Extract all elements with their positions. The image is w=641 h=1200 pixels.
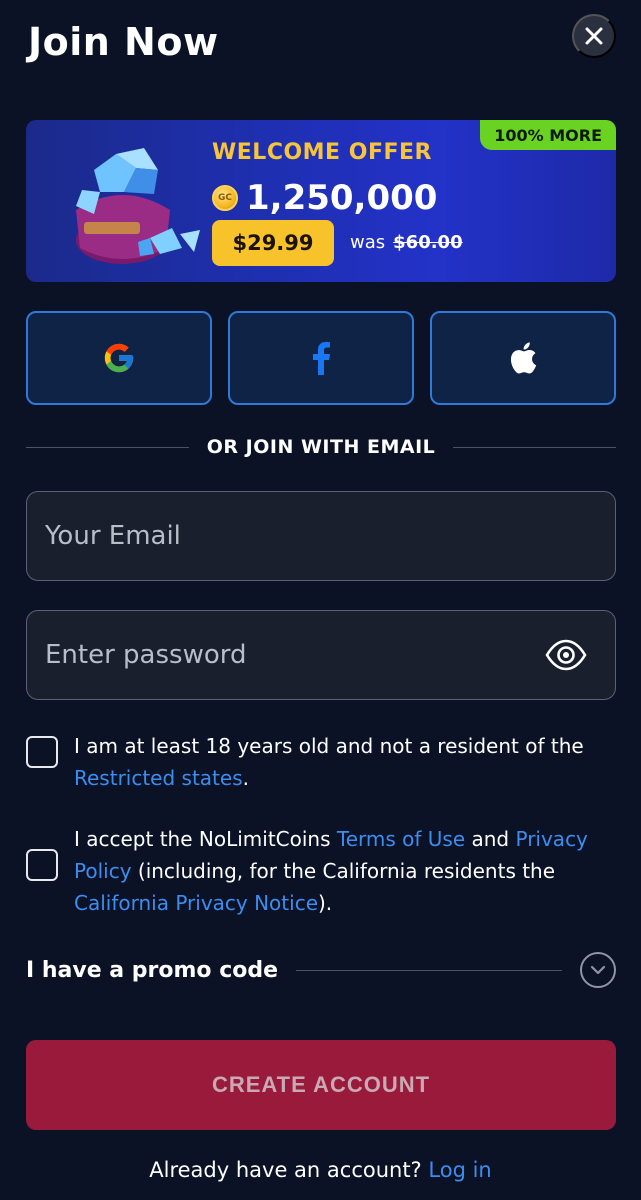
close-icon <box>585 27 603 45</box>
login-prompt: Already have an account? Log in <box>0 1158 641 1182</box>
terms-of-use-link[interactable]: Terms of Use <box>337 827 465 851</box>
gold-coin-icon: GC <box>212 185 238 211</box>
offer-title: WELCOME OFFER <box>212 140 432 165</box>
apple-login-button[interactable] <box>430 311 616 405</box>
promo-expand-button[interactable] <box>580 952 616 988</box>
show-password-icon[interactable] <box>545 638 587 672</box>
password-input[interactable] <box>45 640 597 670</box>
divider-text: OR JOIN WITH EMAIL <box>206 436 436 458</box>
age-confirmation-text: I am at least 18 years old and not a res… <box>74 730 614 794</box>
offer-badge: 100% MORE <box>480 120 616 150</box>
terms-text-3: (including, for the California residents… <box>131 859 556 883</box>
gem-chest-icon <box>76 148 200 264</box>
facebook-icon <box>313 342 330 375</box>
age-checkbox[interactable] <box>26 736 58 768</box>
age-confirmation-row: I am at least 18 years old and not a res… <box>26 730 614 794</box>
coin-label: GC <box>218 193 232 203</box>
promo-code-label: I have a promo code <box>26 957 279 983</box>
price-button[interactable]: $29.99 <box>212 220 334 266</box>
was-label: was <box>350 232 386 253</box>
terms-text-1: I accept the NoLimitCoins <box>74 827 337 851</box>
login-prompt-text: Already have an account? <box>149 1158 422 1182</box>
create-account-button[interactable]: CREATE ACCOUNT <box>26 1040 616 1130</box>
promo-divider-line <box>296 969 562 971</box>
divider-line-right <box>453 446 617 448</box>
apple-icon <box>510 342 537 374</box>
promo-code-toggle[interactable]: I have a promo code <box>26 952 616 988</box>
terms-acceptance-row: I accept the NoLimitCoins Terms of Use a… <box>26 823 614 919</box>
welcome-offer-banner: 100% MORE WELCOME OFFER GC 1,250,000 $29… <box>26 120 616 282</box>
terms-checkbox[interactable] <box>26 849 58 881</box>
terms-text-2: and <box>465 827 516 851</box>
email-divider: OR JOIN WITH EMAIL <box>26 436 617 458</box>
offer-amount-row: GC 1,250,000 <box>212 178 437 218</box>
offer-amount: 1,250,000 <box>246 178 438 218</box>
divider-line-left <box>26 446 189 448</box>
terms-text-4: ). <box>318 891 333 915</box>
page-title: Join Now <box>28 20 219 64</box>
google-login-button[interactable] <box>26 311 212 405</box>
was-price: was $60.00 <box>350 232 463 253</box>
restricted-states-link[interactable]: Restricted states <box>74 766 243 790</box>
terms-text: I accept the NoLimitCoins Terms of Use a… <box>74 823 614 919</box>
password-field-container <box>26 610 616 700</box>
old-price: $60.00 <box>393 232 463 253</box>
close-button[interactable] <box>572 14 616 58</box>
facebook-login-button[interactable] <box>228 311 414 405</box>
age-text: I am at least 18 years old and not a res… <box>74 734 584 758</box>
email-field-container <box>26 491 616 581</box>
email-input[interactable] <box>45 521 597 551</box>
age-text-end: . <box>242 766 249 790</box>
california-privacy-link[interactable]: California Privacy Notice <box>74 891 318 915</box>
google-icon <box>104 343 134 373</box>
chevron-down-icon <box>590 965 606 975</box>
log-in-link[interactable]: Log in <box>428 1158 491 1182</box>
social-login-row <box>26 311 616 405</box>
